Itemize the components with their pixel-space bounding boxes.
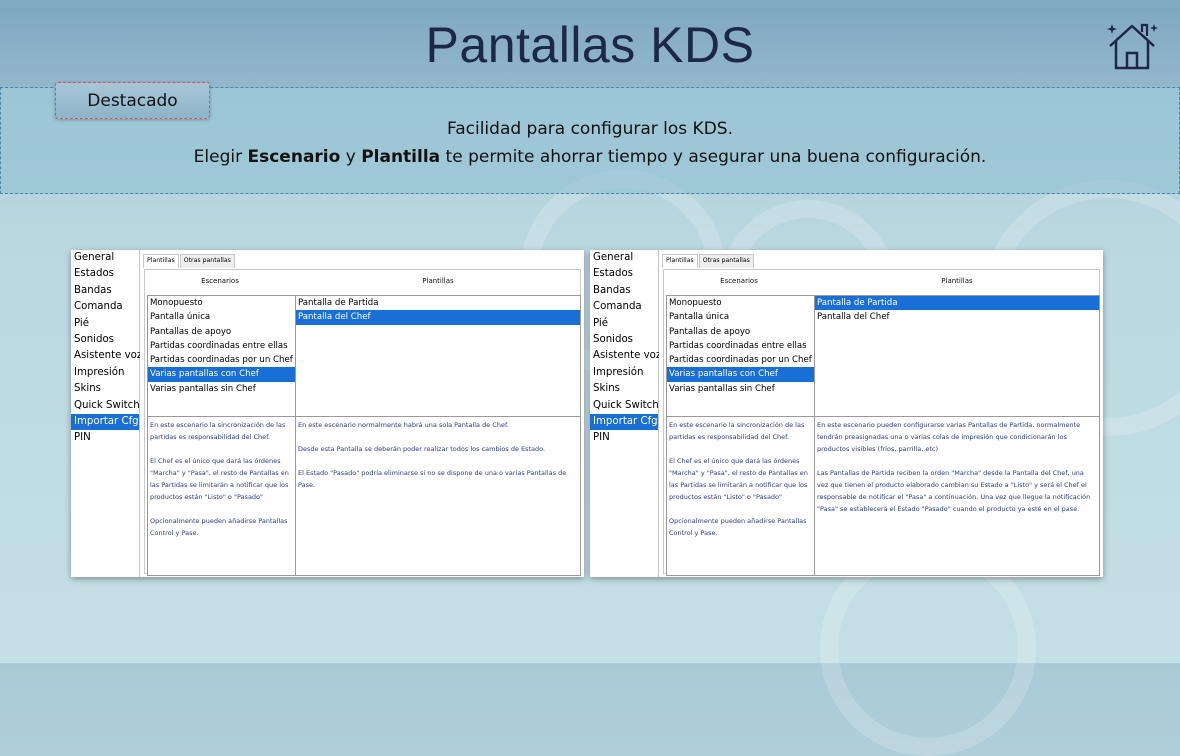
sidebar-item[interactable]: PIN xyxy=(590,430,658,446)
scenarios-header: Escenarios xyxy=(201,277,239,285)
banner-text: Facilidad para configurar los KDS. Elegi… xyxy=(0,115,1180,171)
sidebar-item[interactable]: Asistente voz xyxy=(590,348,661,364)
list-item[interactable]: Pantalla única xyxy=(148,310,296,324)
description-paragraph: Opcionalmente pueden añadirse Pantallas … xyxy=(150,517,288,537)
sidebar-item[interactable]: Bandas xyxy=(590,283,658,299)
list-item[interactable]: Varias pantallas sin Chef xyxy=(667,382,815,396)
list-item[interactable]: Monopuesto xyxy=(148,296,296,310)
templates-panel: Plantillas Otras pantallas Escenarios Pl… xyxy=(659,250,1103,577)
templates-header: Plantillas xyxy=(941,277,973,285)
description-paragraph: El Chef es el único que dará las órdenes… xyxy=(150,457,289,501)
templates-header: Plantillas xyxy=(422,277,454,285)
list-item[interactable]: Varias pantallas con Chef xyxy=(667,367,815,382)
description-paragraph: El Estado "Pasado" podría eliminarse si … xyxy=(298,469,567,489)
highlight-badge: Destacado xyxy=(55,82,210,119)
templates-frame: Escenarios Plantillas Monopuesto Pantalla… xyxy=(144,269,581,576)
list-item[interactable]: Partidas coordinadas por un Chef xyxy=(148,353,296,367)
sidebar-item[interactable]: Pié xyxy=(71,316,139,332)
list-item[interactable]: Partidas coordinadas entre ellas xyxy=(667,339,815,353)
sidebar-item[interactable]: Importar Cfg xyxy=(590,413,658,431)
scenario-description: En este escenario la sincronización de l… xyxy=(147,416,297,576)
templates-list[interactable]: Pantalla de Partida Pantalla del Chef xyxy=(814,295,1100,417)
sidebar-item[interactable]: Importar Cfg xyxy=(71,413,139,431)
scenario-description: En este escenario la sincronización de l… xyxy=(666,416,816,576)
banner-line-1: Facilidad para configurar los KDS. xyxy=(447,119,733,139)
list-item[interactable]: Varias pantallas sin Chef xyxy=(148,382,296,396)
sidebar-item[interactable]: Sonidos xyxy=(71,332,139,348)
tab-plantillas[interactable]: Plantillas xyxy=(662,254,698,268)
sidebar-item[interactable]: Impresión xyxy=(590,365,658,381)
description-paragraph: El Chef es el único que dará las órdenes… xyxy=(669,457,808,501)
template-description: En este escenario pueden configurarse va… xyxy=(814,416,1100,576)
description-paragraph: Desde esta Pantalla se deberán poder rea… xyxy=(298,445,546,453)
list-item[interactable]: Monopuesto xyxy=(667,296,815,310)
template-description: En este escenario normalmente habrá una … xyxy=(295,416,581,576)
sidebar-item[interactable]: Skins xyxy=(71,381,139,397)
templates-panel: Plantillas Otras pantallas Escenarios Pl… xyxy=(140,250,584,577)
scenarios-list[interactable]: Monopuesto Pantalla única Pantallas de apo… xyxy=(147,295,297,417)
list-item[interactable]: Pantalla del Chef xyxy=(296,310,580,325)
config-sidebar: General Estados Bandas Comanda Pié Sonidos Asi… xyxy=(71,250,142,577)
templates-frame: Escenarios Plantillas Monopuesto Pantalla… xyxy=(663,269,1100,576)
sidebar-item[interactable]: Impresión xyxy=(71,365,139,381)
list-item[interactable]: Pantalla del Chef xyxy=(815,310,1099,324)
sidebar-item[interactable]: Estados xyxy=(71,266,139,282)
sidebar-item[interactable]: General xyxy=(71,250,139,266)
description-paragraph: En este escenario la sincronización de l… xyxy=(150,421,286,441)
page-title: Pantallas KDS xyxy=(425,17,755,73)
scenarios-header: Escenarios xyxy=(720,277,758,285)
list-item[interactable]: Pantalla única xyxy=(667,310,815,324)
list-item[interactable]: Pantalla de Partida xyxy=(296,296,580,310)
sidebar-item[interactable]: Estados xyxy=(590,266,658,282)
tab-otras-pantallas[interactable]: Otras pantallas xyxy=(698,254,754,268)
list-item[interactable]: Pantalla de Partida xyxy=(815,296,1099,311)
list-item[interactable]: Partidas coordinadas por un Chef xyxy=(667,353,815,367)
description-paragraph: En este escenario normalmente habrá una … xyxy=(298,421,509,429)
list-item[interactable]: Partidas coordinadas entre ellas xyxy=(148,339,296,353)
description-paragraph: Opcionalmente pueden añadirse Pantallas … xyxy=(669,517,807,537)
sidebar-item[interactable]: Skins xyxy=(590,381,658,397)
sidebar-item[interactable]: Bandas xyxy=(71,283,139,299)
templates-list[interactable]: Pantalla de Partida Pantalla del Chef xyxy=(295,295,581,417)
home-icon[interactable] xyxy=(1104,20,1160,72)
panel-tabs: Plantillas Otras pantallas xyxy=(143,254,236,268)
config-sidebar: General Estados Bandas Comanda Pié Sonidos Asi… xyxy=(590,250,661,577)
sidebar-item[interactable]: Comanda xyxy=(590,299,658,315)
panel-tabs: Plantillas Otras pantallas xyxy=(662,254,755,268)
tab-plantillas[interactable]: Plantillas xyxy=(143,254,179,268)
sidebar-item[interactable]: Quick Switch xyxy=(71,398,140,414)
sidebar-item[interactable]: Sonidos xyxy=(590,332,658,348)
sidebar-item[interactable]: Pié xyxy=(590,316,658,332)
banner-line-2: Elegir Escenario y Plantilla te permite … xyxy=(193,147,987,167)
list-item[interactable]: Varias pantallas con Chef xyxy=(148,367,296,382)
description-paragraph: En este escenario pueden configurarse va… xyxy=(817,421,1081,453)
sidebar-item[interactable]: General xyxy=(590,250,658,266)
sidebar-item[interactable]: Comanda xyxy=(71,299,139,315)
list-item[interactable]: Pantallas de apoyo xyxy=(667,325,815,339)
sidebar-item[interactable]: Asistente voz xyxy=(71,348,142,364)
kds-config-screenshot-right: General Estados Bandas Comanda Pié Sonidos Asi… xyxy=(590,250,1103,577)
sidebar-item[interactable]: Quick Switch xyxy=(590,398,659,414)
kds-config-screenshot-left: General Estados Bandas Comanda Pié Sonidos Asi… xyxy=(71,250,584,577)
description-paragraph: En este escenario la sincronización de l… xyxy=(669,421,805,441)
description-paragraph: Las Pantallas de Partida reciben la orde… xyxy=(817,469,1091,513)
scenarios-list[interactable]: Monopuesto Pantalla única Pantallas de apo… xyxy=(666,295,816,417)
sidebar-item[interactable]: PIN xyxy=(71,430,139,446)
tab-otras-pantallas[interactable]: Otras pantallas xyxy=(179,254,235,268)
list-item[interactable]: Pantallas de apoyo xyxy=(148,325,296,339)
